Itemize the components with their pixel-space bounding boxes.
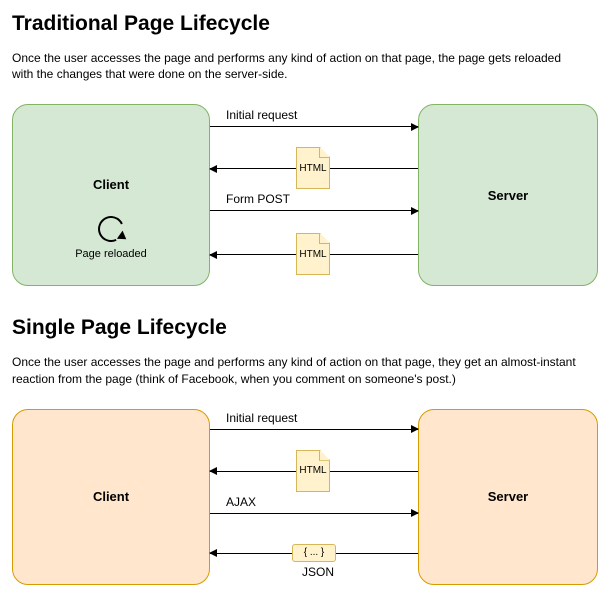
- spa-ajax-label: AJAX: [226, 495, 256, 509]
- traditional-client-label: Client: [93, 177, 129, 192]
- spa-description: Once the user accesses the page and perf…: [12, 354, 582, 386]
- json-node-icon: { ... }: [292, 544, 336, 562]
- traditional-description: Once the user accesses the page and perf…: [12, 50, 582, 82]
- arrow-right-icon: [210, 210, 418, 211]
- traditional-reload-label: Page reloaded: [75, 248, 147, 260]
- spa-diagram: Client Server Initial request HTML AJAX …: [12, 405, 598, 589]
- traditional-form-post-label: Form POST: [226, 192, 290, 206]
- html-file-icon: HTML: [296, 450, 330, 492]
- arrow-right-icon: [210, 429, 418, 430]
- spa-title: Single Page Lifecycle: [12, 316, 598, 340]
- spa-json-content: { ... }: [304, 547, 325, 558]
- spa-server-label: Server: [488, 489, 528, 504]
- html-file-icon: HTML: [296, 147, 330, 189]
- arrow-right-icon: [210, 513, 418, 514]
- traditional-server-box: Server: [418, 104, 598, 286]
- arrow-right-icon: [210, 126, 418, 127]
- spa-client-label: Client: [93, 489, 129, 504]
- traditional-server-label: Server: [488, 188, 528, 203]
- spa-html-label: HTML: [299, 465, 326, 476]
- spa-json-caption: JSON: [302, 565, 334, 579]
- traditional-diagram: Client Page reloaded Server Initial requ…: [12, 100, 598, 290]
- traditional-initial-request-label: Initial request: [226, 108, 297, 122]
- traditional-client-box: Client Page reloaded: [12, 104, 210, 286]
- traditional-html-label-2: HTML: [299, 249, 326, 260]
- spa-server-box: Server: [418, 409, 598, 585]
- traditional-title: Traditional Page Lifecycle: [12, 12, 598, 36]
- html-file-icon: HTML: [296, 233, 330, 275]
- spa-initial-request-label: Initial request: [226, 411, 297, 425]
- reload-icon: [98, 216, 124, 242]
- traditional-html-label-1: HTML: [299, 163, 326, 174]
- spa-client-box: Client: [12, 409, 210, 585]
